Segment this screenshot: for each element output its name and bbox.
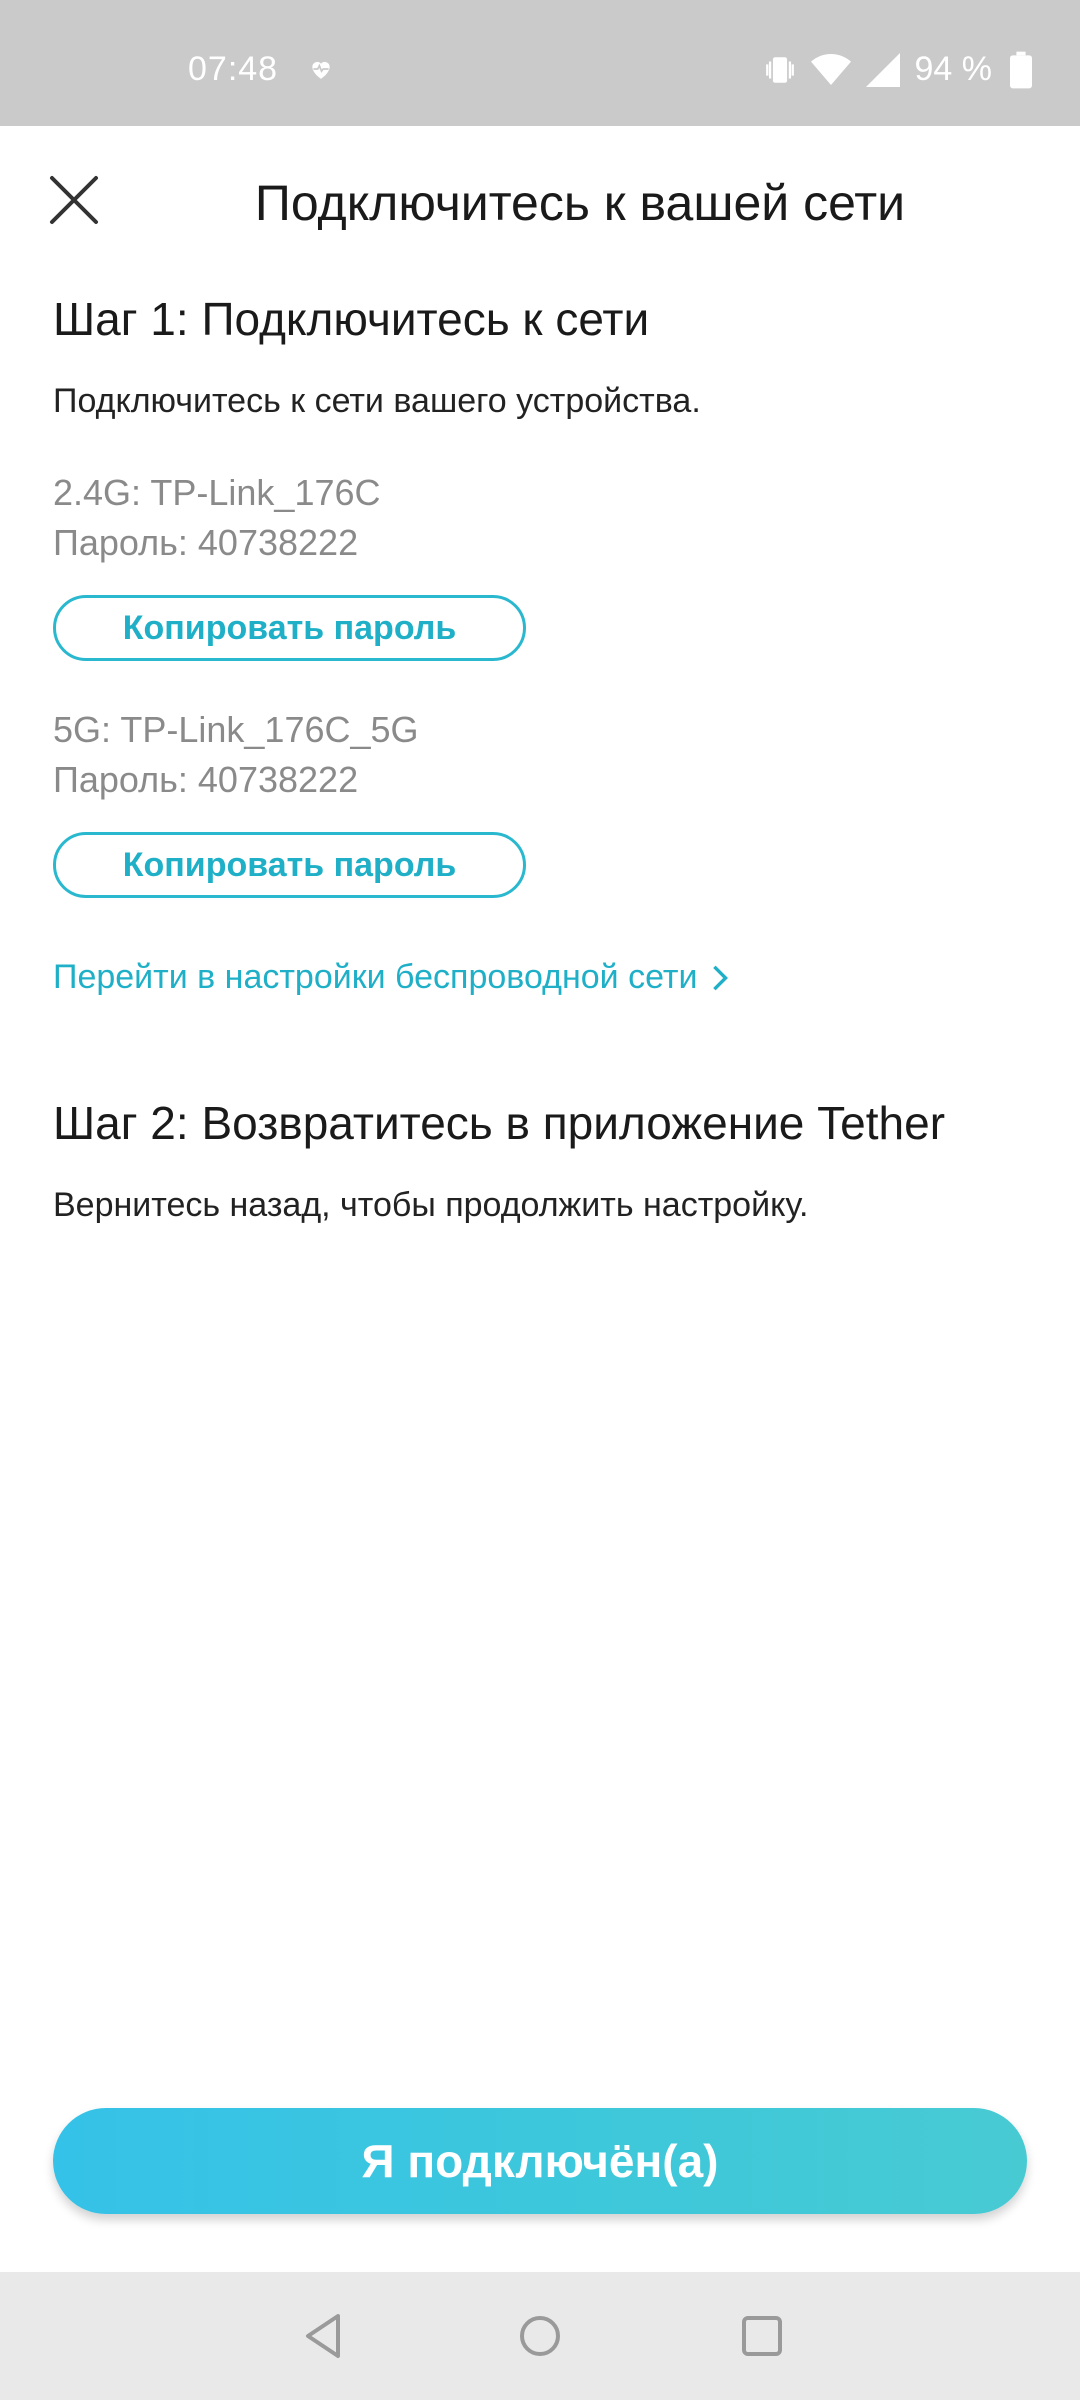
close-icon[interactable]	[44, 170, 104, 230]
home-icon[interactable]	[512, 2308, 568, 2364]
step2-description: Вернитесь назад, чтобы продолжить настро…	[53, 1186, 809, 1224]
back-icon[interactable]	[296, 2308, 352, 2364]
wireless-settings-link-label: Перейти в настройки беспроводной сети	[53, 958, 698, 996]
status-icons: 94 %	[763, 50, 1032, 89]
connect-network-page: Подключитесь к вашей сети Шаг 1: Подключ…	[0, 126, 1080, 2272]
wifi-icon	[810, 53, 851, 85]
heart-icon	[312, 61, 330, 79]
step1-heading: Шаг 1: Подключитесь к сети	[53, 293, 650, 345]
status-bar: 07:48 94 %	[0, 0, 1080, 126]
connected-button[interactable]: Я подключён(а)	[53, 2108, 1027, 2214]
network-5g-ssid: 5G: TP-Link_176C_5G	[53, 709, 419, 750]
vibrate-icon	[765, 56, 794, 83]
network-24g-ssid: 2.4G: TP-Link_176C	[53, 472, 381, 513]
wireless-settings-link[interactable]: Перейти в настройки беспроводной сети	[53, 958, 729, 997]
navigation-bar	[0, 2272, 1080, 2400]
status-time: 07:48	[188, 50, 279, 88]
network-5g-password: Пароль: 40738222	[53, 759, 359, 800]
battery-percentage: 94 %	[914, 50, 993, 88]
page-title: Подключитесь к вашей сети	[254, 175, 906, 231]
recents-icon[interactable]	[734, 2308, 790, 2364]
step2-heading: Шаг 2: Возвратитесь в приложение Tether	[53, 1097, 946, 1149]
battery-icon	[1010, 51, 1032, 88]
copy-password-24g-button[interactable]: Копировать пароль	[53, 595, 526, 661]
signal-icon	[865, 52, 900, 87]
chevron-right-icon	[713, 965, 729, 990]
copy-password-5g-button[interactable]: Копировать пароль	[53, 832, 526, 898]
network-24g-password: Пароль: 40738222	[53, 522, 359, 563]
step1-description: Подключитесь к сети вашего устройства.	[53, 382, 701, 420]
